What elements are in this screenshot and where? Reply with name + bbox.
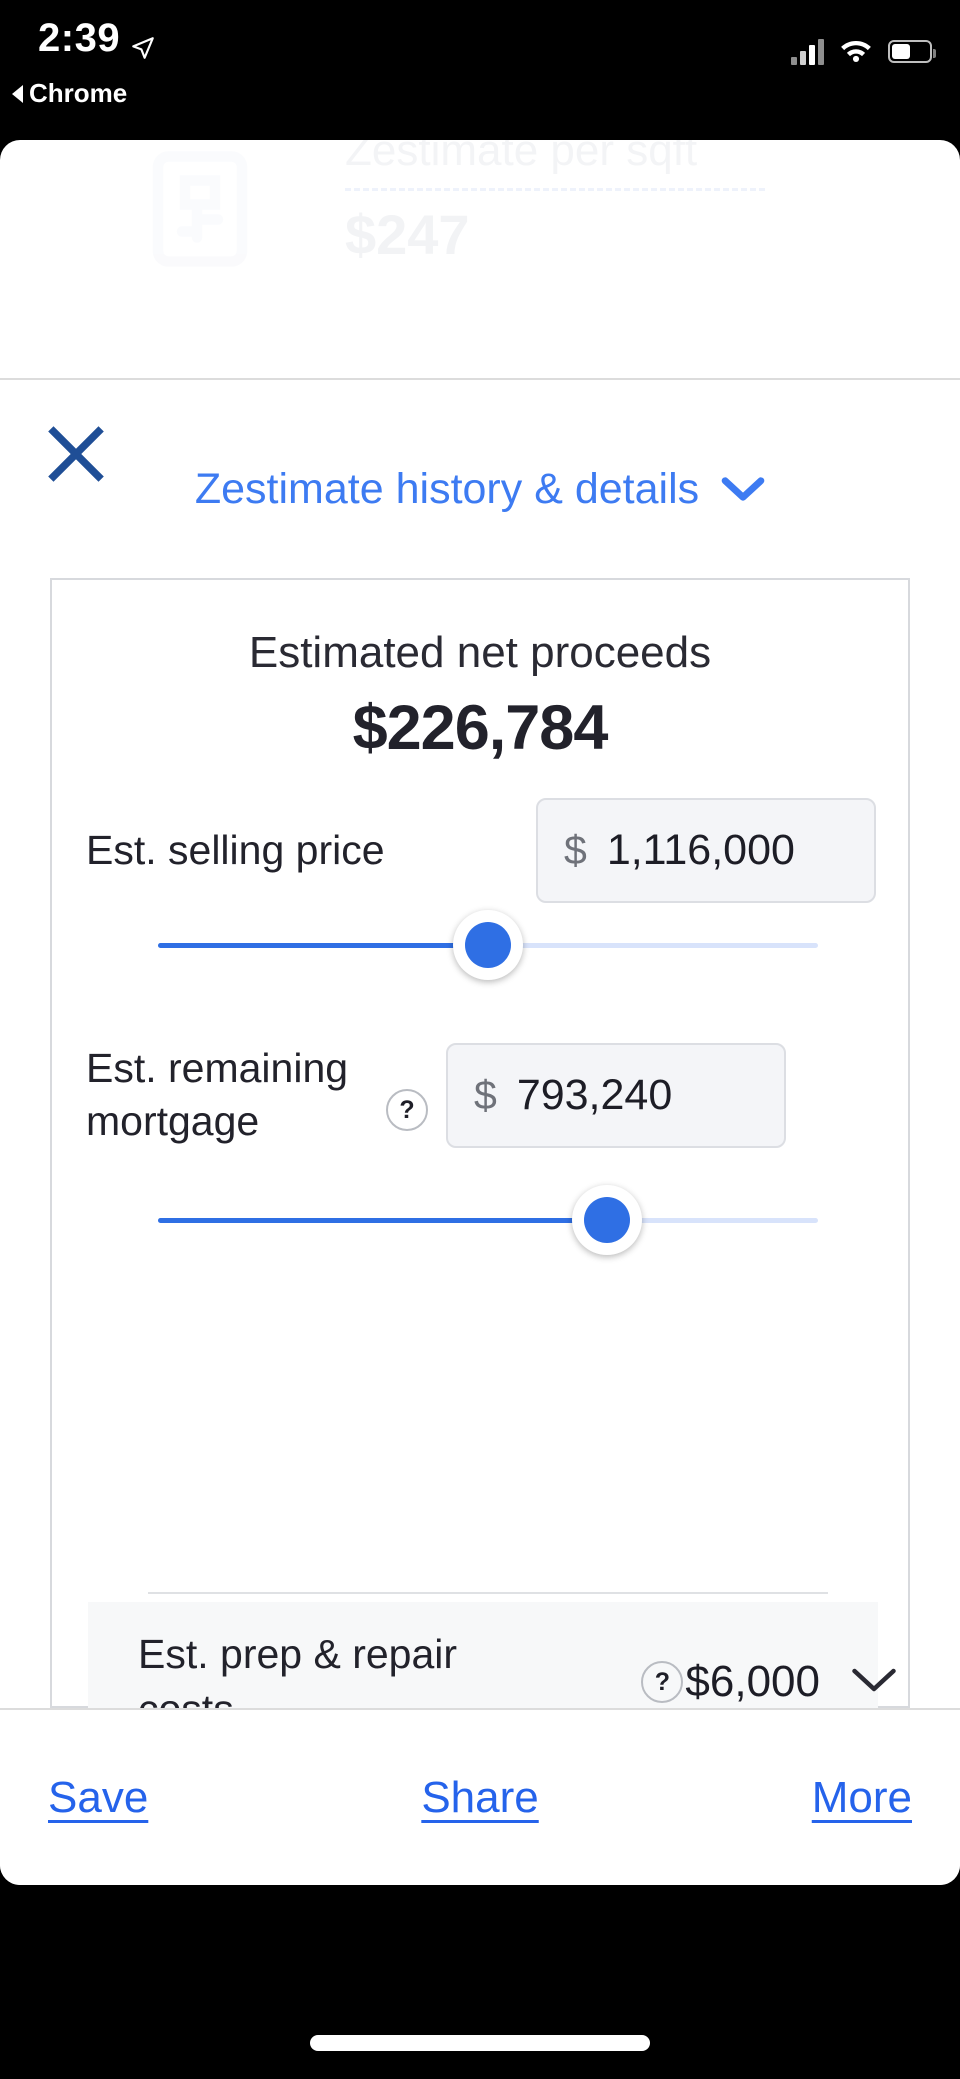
- status-bar-time: 2:39: [38, 16, 121, 60]
- slider-thumb[interactable]: [571, 1185, 642, 1255]
- action-bar: Save Share More: [0, 1708, 960, 1885]
- net-proceeds-amount: $226,784: [352, 693, 609, 763]
- est-selling-price-input[interactable]: $ 1,116,000: [536, 798, 876, 903]
- est-prep-repair-amount: $6,000: [685, 1657, 820, 1706]
- cellular-signal-icon: [791, 38, 824, 65]
- status-bar: 2:39 Chrome: [0, 0, 960, 140]
- header-divider: [0, 378, 960, 380]
- est-remaining-mortgage-value: 793,240: [516, 1070, 673, 1119]
- est-selling-price-label: Est. selling price: [86, 826, 385, 873]
- save-button[interactable]: Save: [48, 1773, 148, 1823]
- phone-screen: 2:39 Chrome Zestimate per sqft $247 Zest…: [0, 0, 960, 2079]
- est-selling-price-slider[interactable]: [158, 910, 818, 980]
- faded-dashed-underline: [345, 188, 765, 191]
- net-proceeds-card: Estimated net proceeds $226,784 Est. sel…: [50, 578, 912, 1732]
- status-bar-indicators: [791, 36, 936, 67]
- back-app-label: Chrome: [29, 78, 128, 108]
- back-to-app-button[interactable]: Chrome: [12, 78, 127, 109]
- question-mark-icon[interactable]: ?: [386, 1089, 428, 1132]
- location-arrow-icon: [130, 26, 156, 59]
- est-selling-price-value: 1,116,000: [606, 826, 795, 874]
- wifi-icon: [838, 36, 874, 67]
- est-remaining-mortgage-row: Est. remaining mortgage ? $ 793,240: [52, 1042, 912, 1149]
- house-outline-icon: [152, 150, 248, 268]
- est-remaining-mortgage-label-line1: Est. remaining: [86, 1045, 349, 1091]
- battery-icon: [888, 40, 936, 63]
- chevron-down-icon: [721, 465, 765, 514]
- est-remaining-mortgage-label: Est. remaining mortgage: [86, 1042, 386, 1149]
- faded-zestimate-value: $247: [345, 203, 470, 266]
- currency-symbol: $: [564, 827, 587, 873]
- question-mark-icon[interactable]: ?: [641, 1661, 684, 1703]
- chevron-down-icon[interactable]: [850, 1665, 898, 1700]
- est-selling-price-row: Est. selling price $ 1,116,000: [52, 798, 912, 903]
- est-remaining-mortgage-label-line2: mortgage: [86, 1098, 260, 1145]
- est-remaining-mortgage-input[interactable]: $ 793,240: [446, 1042, 786, 1148]
- est-prep-repair-label-line1: Est. prep & repair: [138, 1630, 458, 1677]
- zestimate-history-details-link[interactable]: Zestimate history & details: [0, 465, 960, 514]
- faded-zestimate-label: Zestimate per sqft: [345, 140, 698, 175]
- share-button[interactable]: Share: [421, 1773, 538, 1823]
- currency-symbol: $: [474, 1071, 497, 1118]
- card-title: Estimated net proceeds: [248, 628, 712, 677]
- home-indicator: [310, 2035, 650, 2051]
- prep-repair-divider: [148, 1592, 828, 1594]
- faded-background-content: Zestimate per sqft $247: [0, 140, 960, 340]
- zestimate-history-details-label: Zestimate history & details: [194, 465, 700, 513]
- est-remaining-mortgage-slider[interactable]: [158, 1185, 818, 1255]
- slider-thumb[interactable]: [453, 910, 523, 980]
- slider-track-filled: [158, 1218, 607, 1223]
- modal-sheet: Zestimate per sqft $247 Zestimate histor…: [0, 140, 960, 1885]
- est-prep-repair-value-group: ? $6,000: [641, 1657, 898, 1707]
- slider-track-filled: [158, 943, 488, 948]
- back-triangle-icon: [12, 84, 23, 103]
- more-button[interactable]: More: [812, 1773, 912, 1823]
- status-bar-time-group: 2:39: [38, 16, 156, 61]
